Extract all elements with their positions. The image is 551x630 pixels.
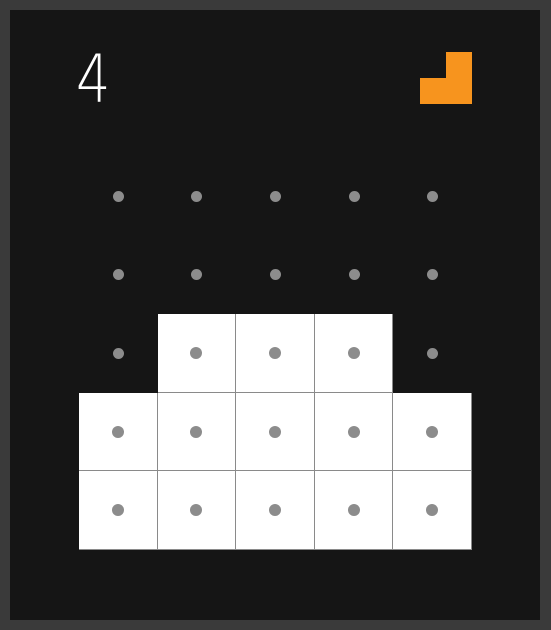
grid-dot [268,425,281,438]
grid-dot [347,504,360,517]
grid-cell-empty[interactable] [79,314,158,393]
grid-cell-filled[interactable] [157,471,237,550]
grid-cell-filled[interactable] [79,471,158,550]
grid-cell-filled[interactable] [393,471,472,550]
grid-dot [191,190,203,202]
next-piece-preview [420,52,472,104]
grid-cell-filled[interactable] [236,392,315,472]
grid-cell-empty[interactable] [79,157,158,236]
next-piece-block [420,78,446,104]
grid-cell-filled[interactable] [157,314,237,393]
grid-dot [190,504,203,517]
grid-dot [112,347,124,359]
score-display: 4 [76,41,110,118]
grid-dot [111,504,124,517]
grid-cell-empty[interactable] [158,236,237,315]
grid-dot [348,269,360,281]
grid-dot [347,346,360,359]
next-piece-block [446,78,472,104]
grid-dot [427,269,439,281]
grid-dot [112,269,124,281]
grid-dot [190,346,203,359]
grid-cell-empty[interactable] [315,236,394,315]
grid-cell-empty[interactable] [315,157,394,236]
grid-cell-empty[interactable] [158,157,237,236]
grid-dot [347,425,360,438]
grid-cell-filled[interactable] [236,471,315,550]
next-piece-block [446,52,472,78]
grid-dot [268,504,281,517]
grid-dot [426,425,439,438]
grid-cell-filled[interactable] [314,314,394,393]
grid-cell-filled[interactable] [314,471,394,550]
grid-dot [191,269,203,281]
grid-dot [269,190,281,202]
grid-dot [111,425,124,438]
grid-cell-empty[interactable] [236,157,315,236]
grid-dot [427,190,439,202]
grid-dot [426,504,439,517]
game-grid[interactable] [79,157,472,550]
grid-dot [427,347,439,359]
grid-dot [112,190,124,202]
grid-dot [269,269,281,281]
grid-dot [268,346,281,359]
grid-dot [348,190,360,202]
grid-cell-filled[interactable] [157,392,237,472]
grid-cell-empty[interactable] [393,157,472,236]
grid-cell-empty[interactable] [236,236,315,315]
grid-cell-empty[interactable] [79,236,158,315]
game-frame: 4 [0,0,551,630]
grid-cell-empty[interactable] [393,314,472,393]
grid-cell-filled[interactable] [393,392,472,472]
grid-cell-filled[interactable] [314,392,394,472]
grid-cell-empty[interactable] [393,236,472,315]
grid-dot [190,425,203,438]
grid-cell-filled[interactable] [79,392,158,472]
grid-cell-filled[interactable] [236,314,315,393]
